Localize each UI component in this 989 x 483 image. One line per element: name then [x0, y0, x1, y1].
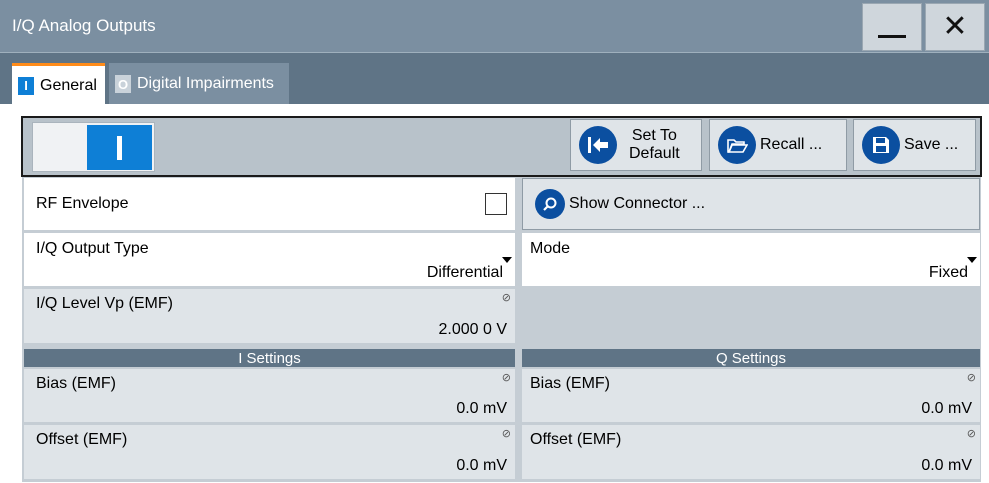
recall-button[interactable]: Recall ... [709, 119, 847, 171]
i-bias-label: Bias (EMF) [36, 375, 116, 392]
minimize-button[interactable] [862, 3, 922, 51]
close-icon: ✕ [942, 10, 968, 43]
mode-value: Fixed [928, 264, 968, 281]
save-label: Save ... [904, 136, 959, 153]
tab-bar: I General O Digital Impairments [0, 52, 989, 105]
i-settings-header: I Settings [24, 349, 515, 367]
tab-general[interactable]: I General [12, 63, 105, 105]
chevron-down-icon [502, 257, 512, 263]
folder-icon [718, 126, 756, 164]
disabled-icon: ⊘ [966, 428, 976, 440]
on-indicator-icon [117, 135, 122, 160]
iq-output-type-value: Differential [426, 264, 503, 281]
iq-level-field[interactable]: I/Q Level Vp (EMF) ⊘ 2.000 0 V [24, 289, 515, 343]
q-bias-value: 0.0 mV [921, 400, 972, 417]
q-bias-label: Bias (EMF) [530, 375, 610, 392]
window-title: I/Q Analog Outputs [12, 16, 156, 35]
mode-select[interactable]: Mode Fixed [522, 233, 980, 286]
set-to-default-button[interactable]: Set To Default [570, 119, 702, 171]
q-offset-value: 0.0 mV [921, 457, 972, 474]
i-bias-value: 0.0 mV [456, 400, 507, 417]
rf-envelope-row: RF Envelope [24, 178, 515, 230]
set-default-label-line2: Default [629, 145, 680, 162]
i-bias-field[interactable]: Bias (EMF) ⊘ 0.0 mV [24, 369, 515, 422]
search-icon [535, 189, 565, 219]
rf-envelope-checkbox[interactable] [485, 193, 507, 215]
iq-level-label: I/Q Level Vp (EMF) [36, 295, 173, 312]
close-button[interactable]: ✕ [925, 3, 985, 51]
toggle-knob [87, 125, 152, 170]
disabled-icon: ⊘ [966, 372, 976, 384]
q-settings-header: Q Settings [522, 349, 980, 367]
show-connector-button[interactable]: Show Connector ... [522, 178, 980, 230]
set-default-icon [579, 126, 617, 164]
tab-digital-badge: O [115, 75, 131, 93]
q-bias-field[interactable]: Bias (EMF) ⊘ 0.0 mV [522, 369, 980, 422]
tab-general-label: General [40, 76, 97, 94]
iq-level-value: 2.000 0 V [438, 321, 508, 338]
i-offset-field[interactable]: Offset (EMF) ⊘ 0.0 mV [24, 425, 515, 479]
rf-envelope-label: RF Envelope [36, 195, 129, 212]
tab-digital-impairments[interactable]: O Digital Impairments [109, 63, 290, 105]
title-bar: I/Q Analog Outputs ✕ [0, 0, 989, 52]
disabled-icon: ⊘ [501, 428, 511, 440]
chevron-down-icon [967, 257, 977, 263]
i-offset-label: Offset (EMF) [36, 431, 128, 448]
tab-general-badge: I [18, 76, 34, 95]
set-default-label-line1: Set To [631, 127, 677, 144]
recall-label: Recall ... [760, 136, 823, 153]
disabled-icon: ⊘ [501, 292, 511, 304]
save-button[interactable]: Save ... [853, 119, 976, 171]
disabled-icon: ⊘ [501, 372, 511, 384]
save-icon [862, 126, 900, 164]
minimize-icon [878, 34, 906, 38]
iq-output-type-label: I/Q Output Type [36, 240, 149, 257]
state-toggle[interactable] [32, 122, 155, 172]
mode-label: Mode [530, 240, 571, 257]
tab-digital-label: Digital Impairments [137, 75, 274, 92]
q-offset-label: Offset (EMF) [530, 431, 622, 448]
show-connector-label: Show Connector ... [569, 195, 706, 212]
q-offset-field[interactable]: Offset (EMF) ⊘ 0.0 mV [522, 425, 980, 479]
set-default-label: Set To Default [629, 127, 680, 163]
i-offset-value: 0.0 mV [456, 457, 507, 474]
iq-output-type-select[interactable]: I/Q Output Type Differential [24, 233, 515, 286]
